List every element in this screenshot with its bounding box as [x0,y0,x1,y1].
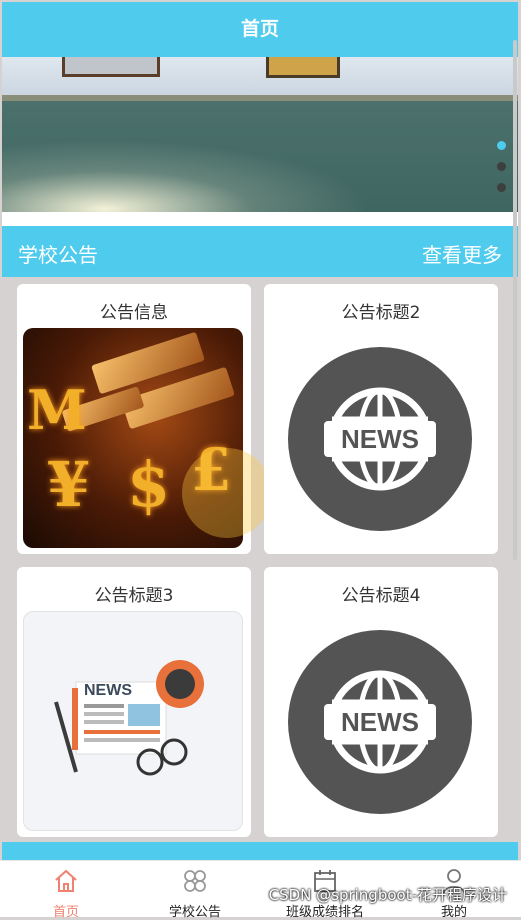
newspaper-coffee-illustration: NEWS [23,611,243,831]
notice-card-title: 公告标题4 [341,586,421,606]
view-more-link[interactable]: 查看更多 [422,239,502,268]
page-title: 首页 [240,18,279,40]
carousel-indicator[interactable] [497,141,506,204]
spacer [2,212,518,226]
home-icon [55,869,77,892]
news-globe-icon: NEWS [288,347,472,531]
news-globe-icon: NEWS [288,630,472,814]
carousel-dot-1[interactable] [497,141,506,150]
carousel-dot-2[interactable] [497,162,506,171]
scrollbar[interactable] [513,40,517,560]
tab-home[interactable]: 首页 [1,867,131,920]
carousel-dot-3[interactable] [497,183,506,192]
notice-card[interactable]: 公告标题3 NEWS [17,567,251,837]
banner-carousel[interactable] [2,57,518,212]
notice-card-title: 公告标题2 [341,303,421,323]
grid-icon [184,870,206,892]
watermark-text: CSDN @springboot-花开程序设计 [268,886,507,904]
next-section-header [2,842,518,862]
notice-card-title: 公告信息 [100,303,168,323]
page-title-bar: 首页 [2,2,518,57]
banner-frame-decoration [266,57,340,78]
notice-section-header: 学校公告 查看更多 [2,226,518,277]
notice-card[interactable]: 公告标题2 NEWS [264,284,498,554]
news-badge-text: NEWS [341,424,419,454]
section-title: 学校公告 [18,243,98,267]
news-badge-text: NEWS [341,707,419,737]
tab-label: 学校公告 [168,905,221,920]
notice-card[interactable]: 公告标题4 NEWS [264,567,498,837]
notice-card-title: 公告标题3 [94,586,174,606]
news-badge-text: NEWS [84,682,132,699]
tab-label: 首页 [52,905,79,920]
banner-frame-decoration [62,57,160,77]
touch-indicator [182,448,272,538]
tab-notices[interactable]: 学校公告 [130,867,260,920]
banner-blackboard-image [2,95,518,212]
